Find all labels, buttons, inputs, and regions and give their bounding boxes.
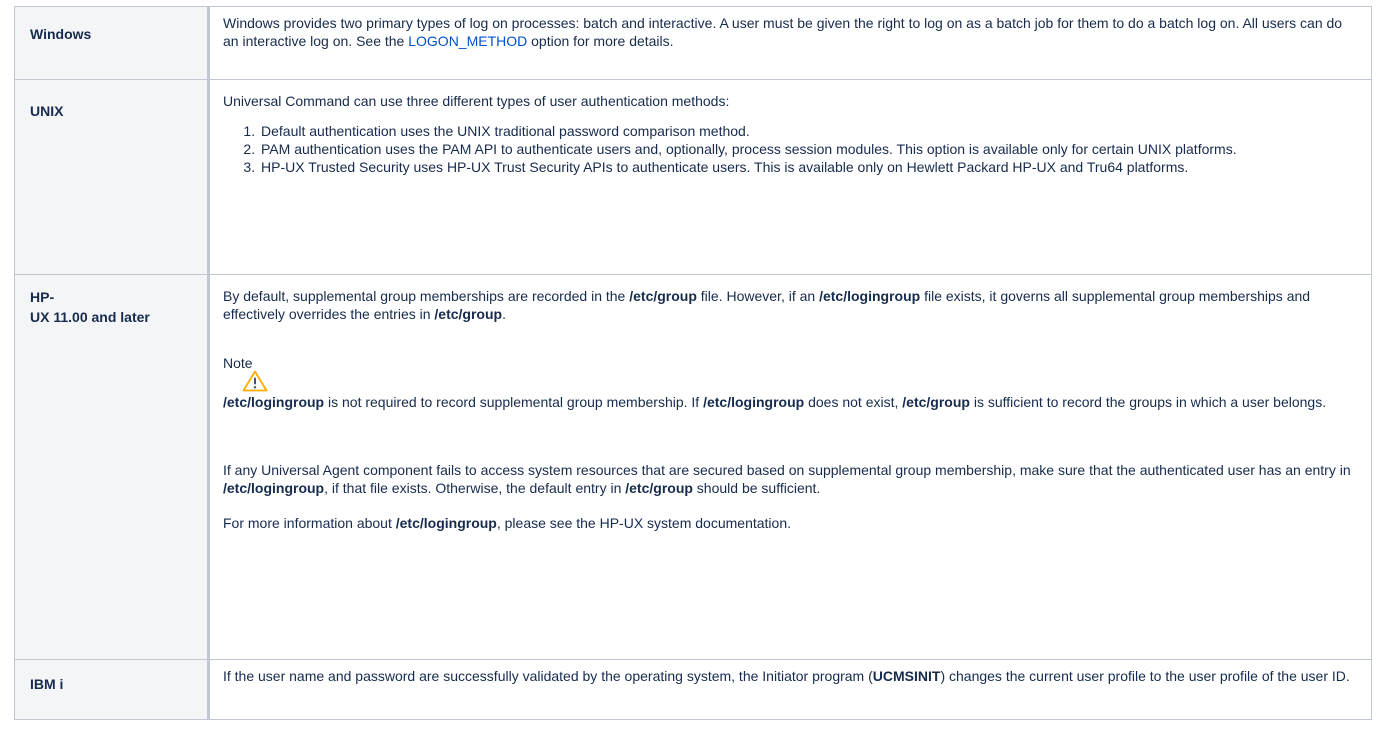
table-row-windows: Windows Windows provides two primary typ… <box>14 6 1372 80</box>
windows-description: Windows provides two primary types of lo… <box>223 15 1343 49</box>
row-header-label: IBM i <box>30 676 64 692</box>
list-item: PAM authentication uses the PAM API to a… <box>259 140 1361 158</box>
table-row-unix: UNIX Universal Command can use three dif… <box>14 79 1372 275</box>
unix-intro: Universal Command can use three differen… <box>223 93 730 109</box>
row-content-unix: Universal Command can use three differen… <box>208 79 1372 275</box>
table-row-hpux: HP- UX 11.00 and later By default, suppl… <box>14 274 1372 660</box>
warning-icon <box>242 370 268 392</box>
row-header-unix: UNIX <box>14 79 210 275</box>
logon-method-link[interactable]: LOGON_METHOD <box>408 33 527 49</box>
hpux-paragraph-1: By default, supplemental group membershi… <box>223 288 1311 322</box>
row-header-hpux: HP- UX 11.00 and later <box>14 274 210 660</box>
list-item: Default authentication uses the UNIX tra… <box>259 122 1361 140</box>
row-header-label: HP- UX 11.00 and later <box>15 275 207 327</box>
platform-table: Windows Windows provides two primary typ… <box>14 6 1372 720</box>
list-item: HP-UX Trusted Security uses HP-UX Trust … <box>259 158 1361 176</box>
ibmi-description: If the user name and password are succes… <box>223 668 1350 684</box>
note-body: /etc/logingroup is not required to recor… <box>223 394 1327 410</box>
row-header-label: Windows <box>30 26 92 42</box>
note-title: Note <box>223 355 253 371</box>
row-content-ibmi: If the user name and password are succes… <box>208 659 1372 720</box>
row-header-label-line1: HP- <box>30 289 55 305</box>
hpux-paragraph-3: For more information about /etc/logingro… <box>223 515 792 531</box>
note-panel: Note /etc/logingroup is not required to … <box>223 354 1361 411</box>
row-header-ibmi: IBM i <box>14 659 210 720</box>
table-row-ibmi: IBM i If the user name and password are … <box>14 659 1372 720</box>
row-header-label-line2: UX 11.00 and later <box>30 309 150 325</box>
row-header-label: UNIX <box>30 103 64 119</box>
row-header-windows: Windows <box>14 6 210 80</box>
row-content-hpux: By default, supplemental group membershi… <box>208 274 1372 660</box>
hpux-paragraph-2: If any Universal Agent component fails t… <box>223 462 1351 496</box>
row-content-windows: Windows provides two primary types of lo… <box>208 6 1372 80</box>
auth-method-list: Default authentication uses the UNIX tra… <box>223 122 1361 176</box>
